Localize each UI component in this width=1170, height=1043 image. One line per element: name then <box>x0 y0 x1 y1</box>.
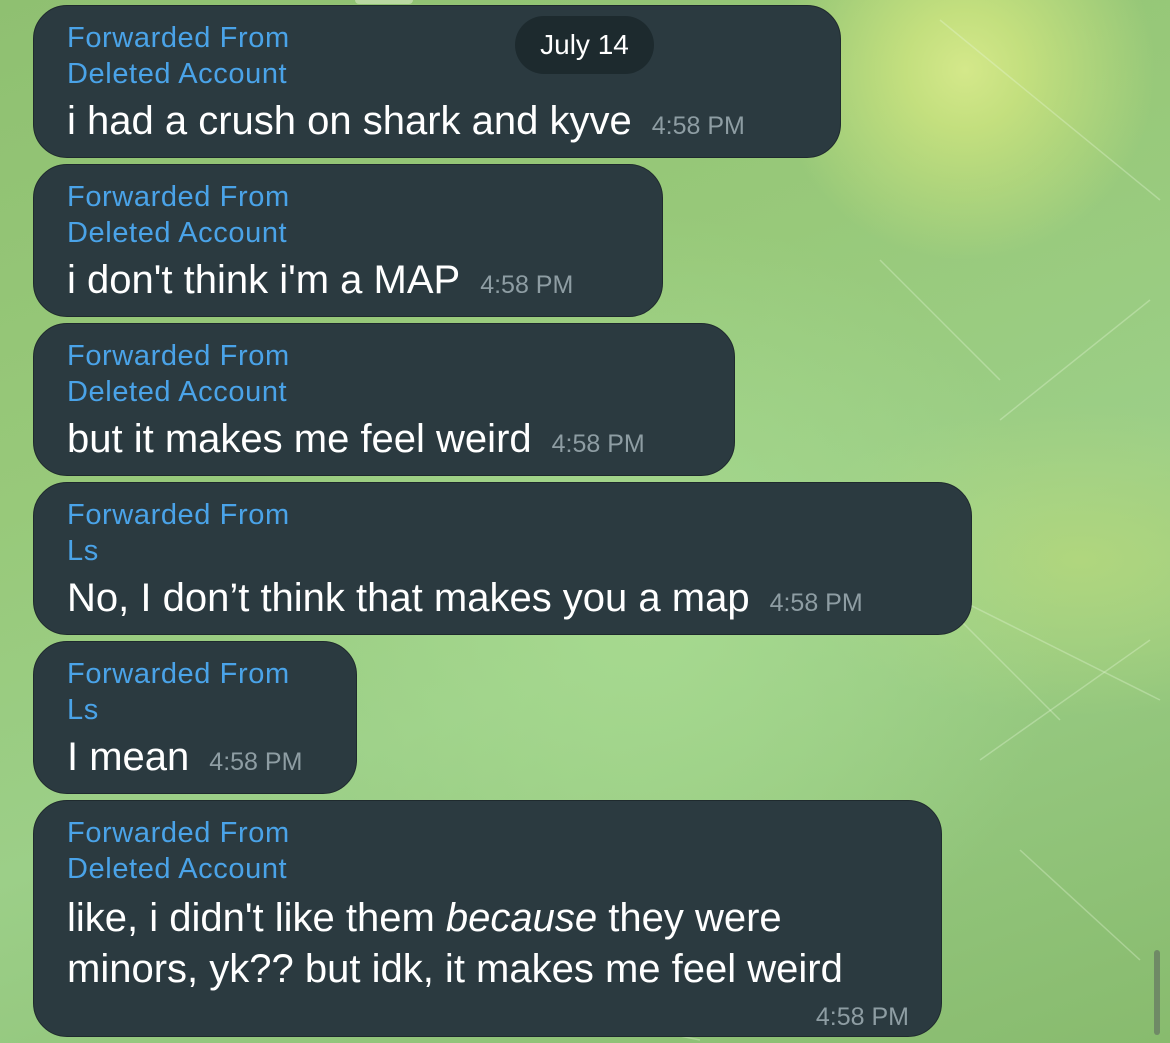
message-time: 4:58 PM <box>551 430 645 458</box>
message-text-line-2: minors, yk?? but idk, it makes me feel w… <box>67 947 843 991</box>
top-edge-handle <box>355 0 413 4</box>
message-text: i had a crush on shark and kyve <box>67 99 632 143</box>
message-text-line-1: like, i didn't like them because they we… <box>67 896 782 940</box>
message-text: but it makes me feel weird <box>67 417 532 461</box>
message-bubble[interactable]: Forwarded From Ls I mean 4:58 PM <box>33 641 357 794</box>
message-bubble[interactable]: Forwarded From Ls No, I don’t think that… <box>33 482 972 635</box>
forwarded-sender-link[interactable]: Ls <box>67 533 939 569</box>
forwarded-from-label: Forwarded From <box>67 658 290 690</box>
forwarded-sender-link[interactable]: Deleted Account <box>67 56 808 92</box>
message-time: 4:58 PM <box>769 589 863 617</box>
message-bubble[interactable]: Forwarded From Deleted Account i had a c… <box>33 5 841 158</box>
message-bubble[interactable]: Forwarded From Deleted Account i don't t… <box>33 164 663 317</box>
forwarded-from-label: Forwarded From <box>67 22 290 54</box>
scrollbar[interactable] <box>1154 950 1160 1035</box>
message-text: I mean <box>67 735 190 779</box>
forwarded-from-label: Forwarded From <box>67 181 290 213</box>
message-time: 4:58 PM <box>480 271 574 299</box>
date-badge: July 14 <box>515 16 654 74</box>
forwarded-from-label: Forwarded From <box>67 340 290 372</box>
message-text: like, i didn't like them because they we… <box>67 893 909 995</box>
forwarded-sender-link[interactable]: Ls <box>67 692 324 728</box>
forwarded-from-label: Forwarded From <box>67 817 290 849</box>
message-time: 4:58 PM <box>651 112 745 140</box>
forwarded-sender-link[interactable]: Deleted Account <box>67 374 702 410</box>
forwarded-sender-link[interactable]: Deleted Account <box>67 851 909 887</box>
message-time: 4:58 PM <box>209 748 303 776</box>
message-time: 4:58 PM <box>815 1003 909 1031</box>
forwarded-sender-link[interactable]: Deleted Account <box>67 215 630 251</box>
message-bubble[interactable]: Forwarded From Deleted Account but it ma… <box>33 323 735 476</box>
emphasized-word: because <box>445 896 598 940</box>
message-text: No, I don’t think that makes you a map <box>67 576 750 620</box>
message-text: i don't think i'm a MAP <box>67 258 461 302</box>
forwarded-from-label: Forwarded From <box>67 499 290 531</box>
message-bubble[interactable]: Forwarded From Deleted Account like, i d… <box>33 800 942 1037</box>
